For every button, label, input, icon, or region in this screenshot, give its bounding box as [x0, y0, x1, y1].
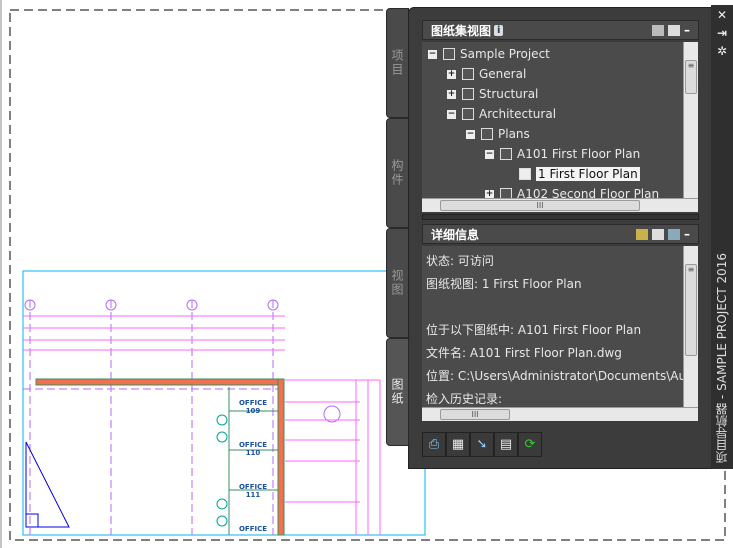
tree-label: 1 First Floor Plan [536, 167, 640, 181]
tree-item-a101[interactable]: − A101 First Floor Plan [485, 144, 640, 164]
room-name: OFFICE [239, 525, 267, 533]
tree-item-sample-project[interactable]: − Sample Project [428, 44, 550, 64]
minimize-icon[interactable]: – [684, 227, 690, 241]
tree-label: Sample Project [460, 47, 550, 61]
tree-item-1-first-floor-plan[interactable]: 1 First Floor Plan [519, 164, 640, 184]
detail-sheet-view: 图纸视图: 1 First Floor Plan [426, 277, 582, 291]
collapse-icon[interactable]: − [466, 129, 475, 139]
auto-hide-icon[interactable]: ⇥ [716, 26, 728, 40]
palette-body: 图纸集视图 i – − Sample Project + General + Stru… [408, 7, 712, 469]
tree-item-structural[interactable]: + Structural [447, 84, 538, 104]
room-number: 110 [246, 449, 261, 457]
tree-label: A101 First Floor Plan [517, 147, 641, 161]
room-number: 111 [246, 491, 261, 499]
tree-item-architectural[interactable]: − Architectural [447, 104, 556, 124]
list-icon[interactable] [652, 228, 664, 240]
sheet-set-icon [443, 48, 455, 60]
info-icon[interactable]: i [494, 24, 504, 36]
sheet-set-title: 图纸集视图 [431, 23, 492, 38]
grid-lines [23, 300, 280, 535]
subset-icon [481, 128, 493, 140]
sheet-set-header: 图纸集视图 i – [422, 20, 699, 40]
scroll-thumb[interactable]: III [440, 200, 640, 211]
tree-label: General [479, 67, 527, 81]
expand-icon[interactable]: + [447, 69, 456, 79]
tree-item-general[interactable]: + General [447, 64, 526, 84]
tree-label: Plans [498, 127, 530, 141]
splitter[interactable] [422, 214, 699, 220]
details-horizontal-scrollbar[interactable]: III [422, 407, 698, 421]
door-tags [216, 414, 228, 527]
tree-label: A102 Second Floor Plan [517, 187, 660, 198]
preview-icon[interactable] [668, 228, 680, 240]
room-name: OFFICE [239, 441, 267, 449]
grid-bubbles [24, 299, 341, 423]
minimize-icon[interactable]: – [684, 23, 690, 37]
view-icon [519, 168, 531, 180]
sheet-icon [500, 148, 512, 160]
subset-icon [462, 88, 474, 100]
north-triangle [25, 441, 70, 528]
room-name: OFFICE [239, 399, 267, 407]
subset-icon [462, 68, 474, 80]
tab-project[interactable]: 项目 [386, 8, 409, 118]
detail-status: 状态: 可访问 [426, 254, 494, 268]
palette-title-bar[interactable]: ✕ ⇥ ✲ 项目导航器 - SAMPLE PROJECT 2016 [711, 5, 733, 469]
tree-label: Architectural [479, 107, 557, 121]
dimension-lines [23, 315, 381, 535]
expand-icon[interactable]: + [485, 189, 494, 198]
details-content: 状态: 可访问 图纸视图: 1 First Floor Plan 位于以下图纸中… [422, 246, 683, 408]
layout-button[interactable]: ▤ [494, 432, 518, 457]
publish-button[interactable]: ⎙ [422, 432, 446, 457]
palette-title: 项目导航器 - SAMPLE PROJECT 2016 [715, 253, 729, 463]
tree-horizontal-scrollbar[interactable]: III [422, 198, 698, 212]
tree-vertical-scrollbar[interactable]: ≡ [683, 42, 698, 198]
room-name: OFFICE [239, 483, 267, 491]
bottom-toolbar: ⎙ ▦ ➘ ▤ ⟳ [422, 432, 542, 457]
detail-file-name: 文件名: A101 First Floor Plan.dwg [426, 346, 622, 360]
viewport-frame[interactable] [22, 270, 426, 536]
tree-label: Structural [479, 87, 539, 101]
sheet-icon [500, 188, 512, 198]
project-navigator-palette: 项目 构件 视图 图纸 图纸集视图 i – − Sample Project + G… [386, 5, 733, 469]
close-icon[interactable]: ✕ [716, 8, 728, 22]
tree-item-plans[interactable]: − Plans [466, 124, 530, 144]
detail-location: 位置: C:\Users\Administrator\Documents\Au [426, 369, 683, 383]
scroll-thumb[interactable]: ≡ [685, 60, 697, 94]
detail-in-sheet: 位于以下图纸中: A101 First Floor Plan [426, 323, 642, 337]
tree-item-a102[interactable]: + A102 Second Floor Plan [485, 184, 659, 198]
folder-icon[interactable] [668, 24, 680, 36]
history-icon[interactable] [636, 228, 648, 240]
tab-views[interactable]: 视图 [386, 228, 409, 338]
tab-sheets[interactable]: 图纸 [386, 338, 409, 446]
collapse-icon[interactable]: − [428, 49, 437, 59]
properties-gear-icon[interactable]: ✲ [716, 44, 728, 58]
collapse-icon[interactable]: − [485, 149, 494, 159]
detail-checkin-history: 检入历史记录: [426, 392, 503, 406]
scroll-thumb[interactable]: ≡ [685, 264, 697, 356]
details-vertical-scrollbar[interactable]: ≡ [683, 246, 698, 408]
sheet-tree[interactable]: − Sample Project + General + Structural − Ar… [422, 42, 683, 198]
new-sheet-button[interactable]: ▦ [446, 432, 470, 457]
sheet-set-icon[interactable] [652, 24, 664, 36]
expand-icon[interactable]: + [447, 89, 456, 99]
select-button[interactable]: ➘ [470, 432, 494, 457]
details-header: 详细信息 – [422, 224, 699, 244]
collapse-icon[interactable]: − [447, 109, 456, 119]
subset-icon [462, 108, 474, 120]
refresh-button[interactable]: ⟳ [518, 432, 542, 457]
details-title: 详细信息 [431, 227, 480, 242]
tab-constructs[interactable]: 构件 [386, 118, 409, 228]
scroll-thumb[interactable]: III [440, 409, 510, 420]
room-number: 109 [246, 407, 261, 415]
